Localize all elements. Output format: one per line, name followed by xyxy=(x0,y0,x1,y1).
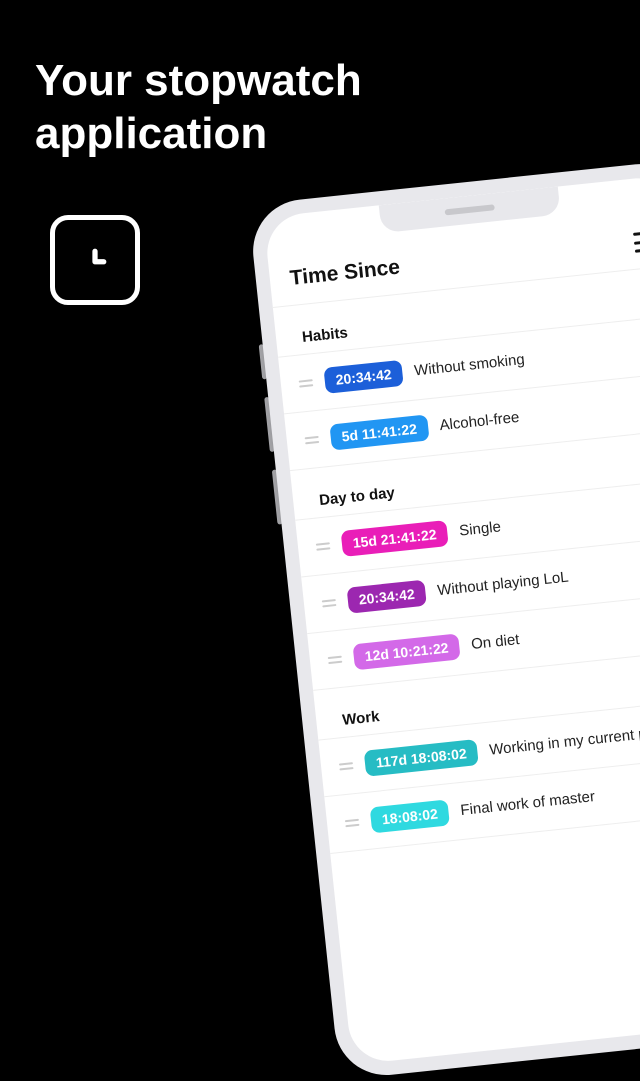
time-pill: 20:34:42 xyxy=(347,580,427,614)
section: Day to day⇅15d 21:41:22Single20:34:42Wit… xyxy=(290,428,640,691)
drag-handle-icon[interactable] xyxy=(316,542,331,550)
drag-handle-icon[interactable] xyxy=(339,762,354,770)
promo-title-line1: Your stopwatch xyxy=(35,55,362,108)
item-label: On diet xyxy=(470,631,520,655)
drag-handle-icon[interactable] xyxy=(305,435,320,443)
item-label: Working in my current position xyxy=(488,720,640,760)
section-title: Work xyxy=(342,708,381,729)
drag-handle-icon[interactable] xyxy=(345,818,360,826)
time-pill: 15d 21:41:22 xyxy=(341,520,449,557)
promo-title: Your stopwatch application xyxy=(35,55,362,161)
item-label: Without smoking xyxy=(413,351,525,381)
time-pill: 5d 11:41:22 xyxy=(329,415,429,451)
drag-handle-icon[interactable] xyxy=(328,655,343,663)
drag-handle-icon[interactable] xyxy=(322,598,337,606)
app-icon xyxy=(50,215,140,305)
item-label: Final work of master xyxy=(460,788,596,821)
phone-mockup: Time Since Habits⇅20:34:42Without smokin… xyxy=(248,159,640,1080)
time-pill: 18:08:02 xyxy=(370,799,450,833)
clock-icon xyxy=(74,239,116,281)
promo-title-line2: application xyxy=(35,108,362,161)
item-label: Single xyxy=(458,518,501,541)
phone-screen: Time Since Habits⇅20:34:42Without smokin… xyxy=(263,174,640,1064)
section-title: Day to day xyxy=(318,484,395,509)
time-pill: 12d 10:21:22 xyxy=(353,633,461,670)
item-label: Without playing LoL xyxy=(436,568,569,600)
section-title: Habits xyxy=(301,324,348,346)
item-label: Alcohol-free xyxy=(439,408,521,435)
app-title: Time Since xyxy=(289,256,401,291)
menu-icon[interactable] xyxy=(633,230,640,253)
time-pill: 20:34:42 xyxy=(323,360,403,394)
drag-handle-icon[interactable] xyxy=(299,379,314,387)
time-pill: 117d 18:08:02 xyxy=(364,739,479,777)
